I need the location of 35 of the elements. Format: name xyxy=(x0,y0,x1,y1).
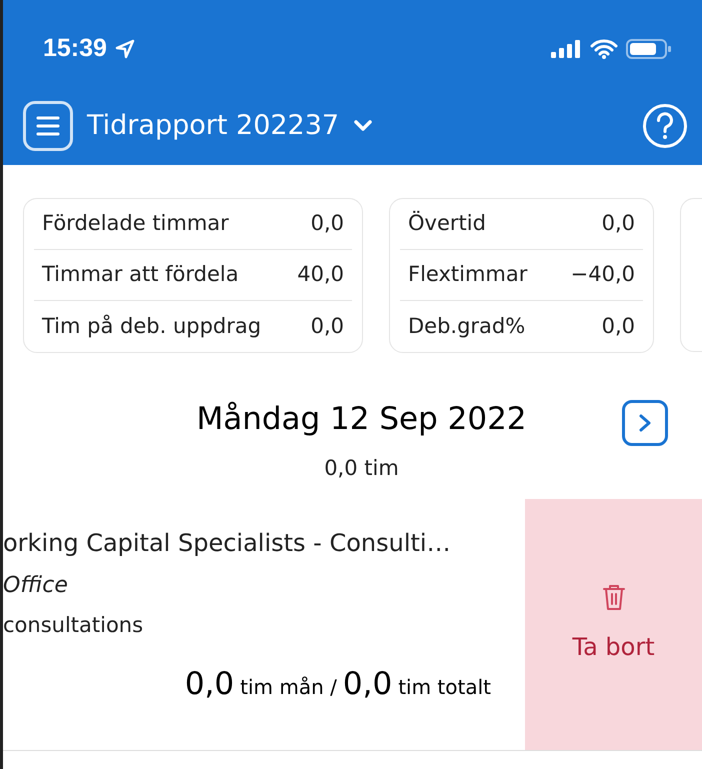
month-unit: tim mån / xyxy=(240,674,337,701)
total-unit: tim totalt xyxy=(398,674,491,701)
delete-button[interactable]: Ta bort xyxy=(525,498,702,750)
summary-label: Fördelade timmar xyxy=(42,210,229,238)
summary-value: 0,0 xyxy=(602,210,635,238)
summary-label: Deb.grad% xyxy=(408,312,526,340)
next-day-button[interactable] xyxy=(622,400,668,446)
battery-icon xyxy=(626,38,672,58)
summary-value: 0,0 xyxy=(310,312,344,340)
entry-activity: consultations xyxy=(3,612,144,638)
entry-location: Office xyxy=(3,572,69,600)
wifi-icon xyxy=(590,38,618,58)
summary-value: −40,0 xyxy=(570,261,635,288)
help-icon[interactable] xyxy=(642,103,688,149)
summary-value: 0,0 xyxy=(310,210,344,238)
trash-icon xyxy=(602,583,626,611)
summary-label: Timmar att fördela xyxy=(42,261,239,288)
signal-icon xyxy=(550,40,582,58)
summary-value: 0,0 xyxy=(602,312,635,340)
day-date: Måndag 12 Sep 2022 xyxy=(196,400,527,439)
chevron-down-icon xyxy=(353,119,374,133)
menu-icon xyxy=(36,115,60,137)
total-hours: 0,0 xyxy=(342,665,392,704)
chevron-right-icon xyxy=(638,413,652,433)
summary-value: 40,0 xyxy=(297,261,344,288)
month-hours: 0,0 xyxy=(184,665,234,704)
summary-label: Övertid xyxy=(408,210,486,238)
report-title-dropdown[interactable]: Tidrapport 202237 xyxy=(87,106,374,146)
summary-label: Flextimmar xyxy=(408,261,528,288)
location-arrow-icon xyxy=(114,38,135,58)
day-total: 0,0 tim xyxy=(324,455,399,482)
entry-project: orking Capital Specialists - Consulti… xyxy=(3,528,452,558)
status-time: 15:39 xyxy=(43,32,107,64)
menu-button[interactable] xyxy=(23,101,73,151)
summary-label: Tim på deb. uppdrag xyxy=(42,312,262,340)
